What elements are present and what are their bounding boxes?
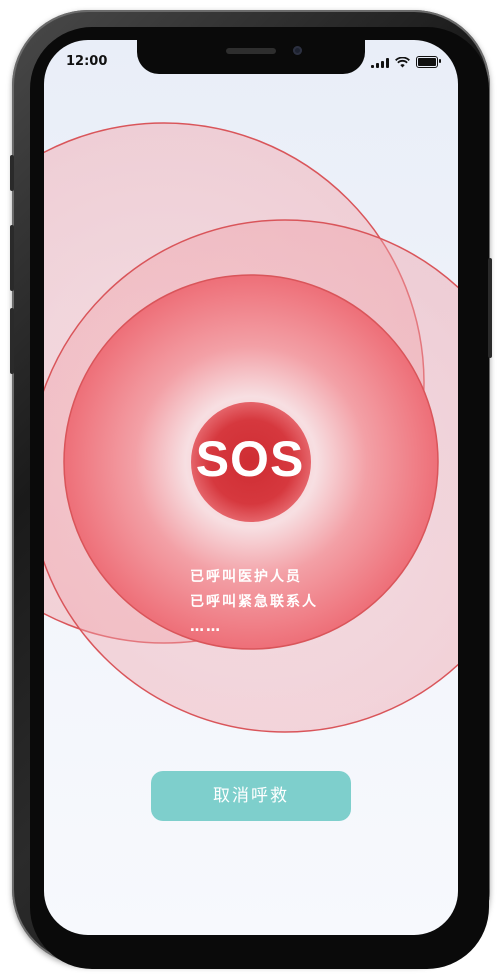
sos-label[interactable]: SOS	[184, 430, 316, 488]
mute-switch	[10, 155, 14, 191]
call-status-list: 已呼叫医护人员 已呼叫紧急联系人 ……	[190, 565, 318, 640]
power-button	[488, 258, 492, 358]
call-status-more: ……	[190, 619, 222, 635]
status-bar-icons	[371, 56, 441, 68]
cellular-signal-icon	[371, 58, 389, 68]
front-camera	[293, 46, 302, 55]
wifi-icon	[395, 57, 410, 68]
status-bar-time: 12:00	[66, 54, 108, 69]
call-status-contacts: 已呼叫紧急联系人	[190, 594, 318, 610]
cancel-sos-button[interactable]: 取消呼救	[151, 771, 351, 821]
notch	[137, 40, 365, 74]
earpiece-speaker	[226, 48, 276, 54]
battery-icon	[416, 56, 441, 68]
app-screen: 12:00 SOS 已呼叫医护人员 已呼叫紧急联系人 …… 取消呼救	[44, 40, 458, 935]
volume-down-button	[10, 308, 14, 374]
call-status-medical: 已呼叫医护人员	[190, 569, 302, 585]
volume-up-button	[10, 225, 14, 291]
